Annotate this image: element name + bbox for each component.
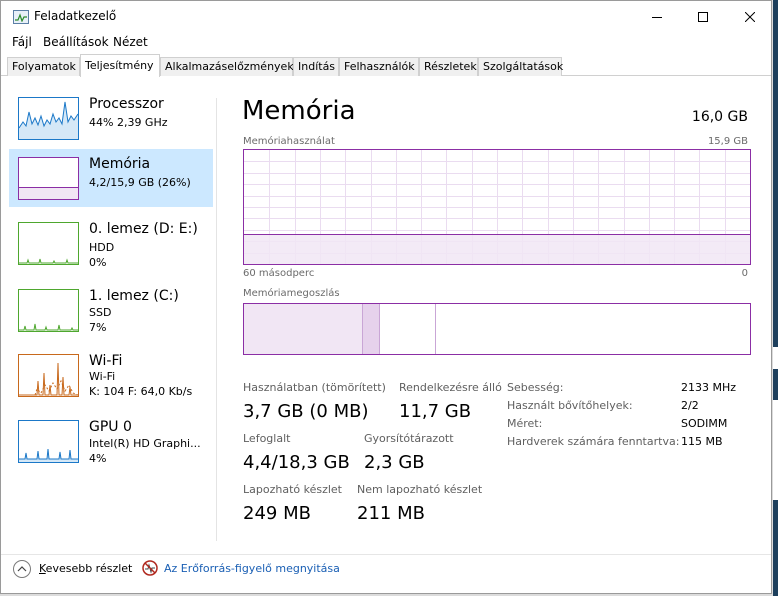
- composition-free-segment: [435, 304, 750, 354]
- composition-standby-segment: [379, 304, 435, 354]
- menu-options[interactable]: Beállítások: [43, 35, 109, 49]
- disk-0-thumbnail-graph: [18, 222, 79, 265]
- desktop-background-strip: [773, 0, 778, 596]
- speed-label: Sebesség:: [507, 381, 564, 394]
- tab-app-history[interactable]: Alkalmazáselőzmények: [160, 57, 294, 76]
- chevron-up-icon[interactable]: [13, 560, 31, 578]
- sidebar-divider[interactable]: [216, 98, 217, 541]
- cpu-name: Processzor: [89, 96, 164, 112]
- form-factor-value: SODIMM: [681, 417, 728, 430]
- paged-pool-value: 249 MB: [243, 503, 311, 524]
- memory-usage-graph: [243, 149, 751, 265]
- cpu-usage-text: 44% 2,39 GHz: [89, 116, 168, 129]
- composition-label: Memóriamegoszlás: [243, 288, 340, 299]
- slots-used-value: 2/2: [681, 399, 699, 412]
- memory-usage-graph-canvas: [244, 150, 750, 264]
- usage-graph-label: Memóriahasználat: [243, 136, 335, 147]
- footer-bar: Kevesebb részlet Az Erőforrás-figyelő me…: [1, 554, 771, 584]
- cached-value: 2,3 GB: [364, 452, 425, 473]
- form-factor-label: Méret:: [507, 417, 543, 430]
- available-label: Rendelkezésre álló: [399, 381, 502, 394]
- sidebar-item-gpu[interactable]: GPU 0 Intel(R) HD Graphi... 4%: [9, 412, 213, 470]
- hardware-reserved-value: 115 MB: [681, 435, 723, 448]
- tab-bar: Folyamatok Teljesítmény Alkalmazáselőzmé…: [1, 54, 771, 77]
- memory-usage-text: 4,2/15,9 GB (26%): [89, 176, 191, 189]
- nonpaged-pool-label: Nem lapozható készlet: [357, 483, 483, 496]
- wifi-name: Wi-Fi: [89, 353, 123, 369]
- memory-name: Memória: [89, 156, 151, 172]
- fewer-details-link[interactable]: Kevesebb részlet: [39, 562, 132, 575]
- fewer-details-accesskey: K: [39, 562, 46, 575]
- disk-1-thumbnail-graph: [18, 289, 79, 332]
- page-title: Memória: [242, 96, 356, 126]
- memory-usage-area: [244, 234, 750, 264]
- fewer-details-text: evesebb részlet: [45, 562, 133, 575]
- committed-label: Lefoglalt: [243, 432, 291, 445]
- close-button[interactable]: [727, 1, 771, 32]
- menu-view[interactable]: Nézet: [113, 35, 148, 49]
- disk-1-usage: 7%: [89, 321, 107, 334]
- cached-label: Gyorsítótárazott: [364, 432, 454, 445]
- composition-modified-segment: [362, 304, 379, 354]
- available-value: 11,7 GB: [399, 401, 472, 422]
- tab-performance[interactable]: Teljesítmény: [80, 54, 160, 77]
- hardware-reserved-label: Hardverek számára fenntartva:: [507, 435, 680, 448]
- sidebar-item-disk-0[interactable]: 0. lemez (D: E:) HDD 0%: [9, 214, 213, 272]
- resource-monitor-icon[interactable]: [142, 560, 158, 576]
- disk-0-name: 0. lemez (D: E:): [89, 221, 198, 237]
- maximize-icon: [698, 11, 708, 22]
- nonpaged-pool-value: 211 MB: [357, 503, 425, 524]
- gpu-thumbnail-graph: [18, 420, 79, 463]
- gpu-usage: 4%: [89, 452, 107, 465]
- disk-0-type: HDD: [89, 241, 115, 254]
- slots-used-label: Használt bővítőhelyek:: [507, 399, 633, 412]
- memory-composition-bar: [243, 303, 751, 355]
- time-axis-label: 60 másodperc: [243, 268, 315, 279]
- in-use-label: Használatban (tömörített): [243, 381, 386, 394]
- composition-in-use-segment: [244, 304, 362, 354]
- sidebar-item-disk-1[interactable]: 1. lemez (C:) SSD 7%: [9, 281, 213, 339]
- wifi-adapter: Wi-Fi: [89, 370, 116, 383]
- task-manager-app-icon: [13, 10, 29, 24]
- tab-processes[interactable]: Folyamatok: [7, 57, 80, 76]
- tab-details[interactable]: Részletek: [419, 57, 478, 76]
- disk-0-usage: 0%: [89, 256, 107, 269]
- close-icon: [745, 11, 755, 22]
- maximize-button[interactable]: [680, 1, 726, 32]
- wifi-throughput: K: 104 F: 64,0 Kb/s: [89, 385, 193, 398]
- paged-pool-label: Lapozható készlet: [243, 483, 342, 496]
- menu-bar: Fájl Beállítások Nézet: [1, 32, 771, 52]
- sidebar-item-cpu[interactable]: Processzor 44% 2,39 GHz: [9, 89, 213, 147]
- usage-graph-max-label: 15,9 GB: [707, 136, 748, 147]
- title-bar[interactable]: Feladatkezelő: [1, 1, 771, 32]
- task-manager-window: Feladatkezelő Fájl Beállítások Nézet Fol…: [0, 0, 772, 594]
- tab-startup[interactable]: Indítás: [293, 57, 339, 76]
- minimize-button[interactable]: [634, 1, 680, 32]
- window-title: Feladatkezelő: [34, 9, 117, 23]
- disk-1-type: SSD: [89, 306, 112, 319]
- gpu-model: Intel(R) HD Graphi...: [89, 437, 201, 450]
- gpu-name: GPU 0: [89, 419, 132, 435]
- open-resource-monitor-link[interactable]: Az Erőforrás-figyelő megnyitása: [164, 562, 340, 575]
- cpu-thumbnail-graph: [18, 97, 79, 140]
- performance-sidebar: Processzor 44% 2,39 GHz Memória 4,2/15,9…: [9, 89, 214, 539]
- wifi-thumbnail-graph: [18, 354, 79, 397]
- time-axis-zero-label: 0: [741, 268, 748, 279]
- memory-composition-canvas: [244, 304, 750, 354]
- sidebar-item-memory[interactable]: Memória 4,2/15,9 GB (26%): [9, 149, 213, 207]
- in-use-value: 3,7 GB (0 MB): [243, 401, 369, 422]
- disk-1-name: 1. lemez (C:): [89, 288, 179, 304]
- memory-total: 16,0 GB: [691, 109, 748, 125]
- speed-value: 2133 MHz: [681, 381, 737, 394]
- memory-thumbnail-graph: [18, 157, 79, 200]
- menu-file[interactable]: Fájl: [12, 35, 32, 49]
- tab-users[interactable]: Felhasználók: [339, 57, 419, 76]
- committed-value: 4,4/18,3 GB: [243, 452, 350, 473]
- minimize-icon: [652, 16, 662, 18]
- tab-services[interactable]: Szolgáltatások: [478, 57, 563, 76]
- sidebar-item-wifi[interactable]: Wi-Fi Wi-Fi K: 104 F: 64,0 Kb/s: [9, 346, 213, 404]
